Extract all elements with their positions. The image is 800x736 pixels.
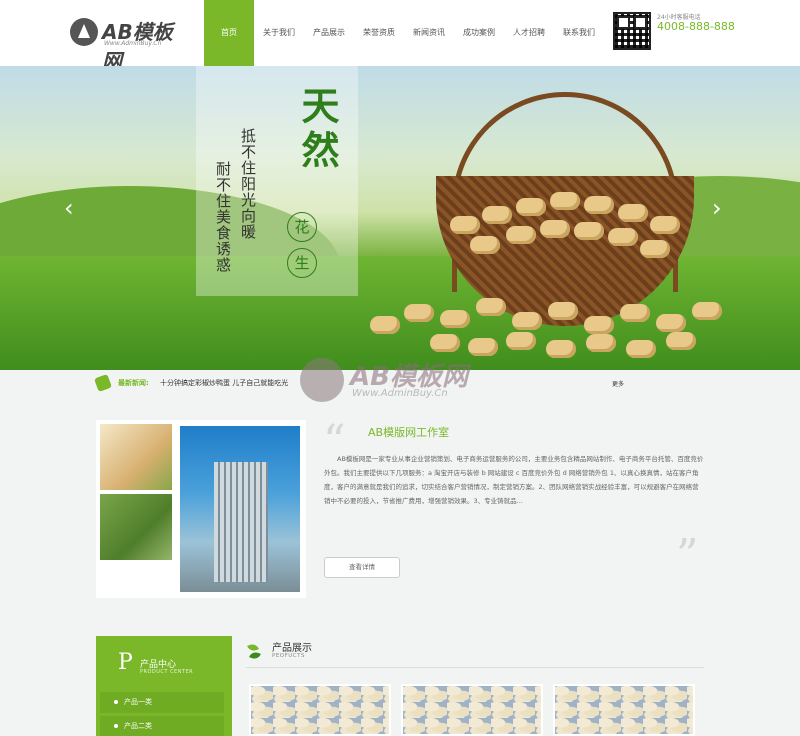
- peanut: [618, 204, 648, 222]
- news-more-link[interactable]: 更多: [612, 379, 624, 388]
- peanut: [482, 206, 512, 224]
- peanut: [450, 216, 480, 234]
- banner-prev-arrow-icon[interactable]: ‹: [64, 194, 74, 222]
- peanut: [640, 240, 670, 258]
- banner-line-1: 抵不住阳光向暖: [239, 128, 257, 240]
- peanut: [608, 228, 638, 246]
- view-details-button[interactable]: 查看详情: [324, 557, 400, 578]
- banner-next-arrow-icon[interactable]: ›: [712, 194, 722, 222]
- peanut: [476, 298, 506, 316]
- banner-headline: 天然: [295, 86, 340, 174]
- peanut: [470, 236, 500, 254]
- banner-line-2: 耐不住美食诱惑: [214, 161, 232, 273]
- watermark-logo-icon: [300, 358, 344, 402]
- product-image: [403, 686, 541, 734]
- peanut: [430, 334, 460, 352]
- peanut: [586, 334, 616, 352]
- hero-banner: 天然 花 生 抵不住阳光向暖 耐不住美食诱惑 ‹ ›: [0, 66, 800, 370]
- watermark-url: Www.AdminBuy.Cn: [352, 388, 448, 399]
- sidebar-letter: P: [118, 650, 133, 675]
- field-photo: [100, 494, 172, 560]
- nav-item-honors[interactable]: 荣誉资质: [354, 0, 404, 66]
- hotline-number: 4008-888-888: [657, 20, 735, 33]
- logo-mark-icon: [70, 18, 98, 46]
- nav-item-contact[interactable]: 联系我们: [554, 0, 604, 66]
- peanut: [584, 316, 614, 334]
- watermark: AB模板网 Www.AdminBuy.Cn: [300, 352, 530, 412]
- products-subtitle: PEOFUCTS: [272, 653, 306, 659]
- peanut: [626, 340, 656, 358]
- peanut: [656, 314, 686, 332]
- peanut: [692, 302, 722, 320]
- banner-seal-2: 生: [287, 248, 317, 278]
- about-gallery: [96, 420, 306, 598]
- nav-item-products[interactable]: 产品展示: [304, 0, 354, 66]
- peanut-photo: [100, 424, 172, 490]
- sidebar-subtitle: PRODUCT CENTER: [140, 669, 194, 675]
- nav-item-jobs[interactable]: 人才招聘: [504, 0, 554, 66]
- product-card[interactable]: [553, 684, 695, 736]
- peanut: [620, 304, 650, 322]
- leaf-icon: [248, 640, 262, 662]
- sidebar-item-category-1[interactable]: 产品一类: [100, 692, 224, 713]
- peanut: [666, 332, 696, 350]
- site-logo[interactable]: AB模板网 Www.AdminBuy.Cn: [70, 14, 190, 73]
- product-image: [555, 686, 693, 734]
- products-header: 产品展示 PEOFUCTS: [246, 636, 704, 668]
- nav-item-about[interactable]: 关于我们: [254, 0, 304, 66]
- sidebar-item-category-2[interactable]: 产品二类: [100, 716, 224, 736]
- peanut: [546, 340, 576, 358]
- logo-url: Www.AdminBuy.Cn: [104, 40, 162, 47]
- peanut: [584, 196, 614, 214]
- peanut: [512, 312, 542, 330]
- peanut: [516, 198, 546, 216]
- product-card[interactable]: [249, 684, 391, 736]
- products-title: 产品展示: [272, 643, 312, 654]
- peanut: [574, 222, 604, 240]
- peanut: [440, 310, 470, 328]
- building-tower: [214, 462, 268, 582]
- nav-item-cases[interactable]: 成功案例: [454, 0, 504, 66]
- news-headline-link[interactable]: 十分钟搞定彩椒炒鸭蛋 儿子自己就能吃光: [160, 378, 288, 388]
- product-card[interactable]: [401, 684, 543, 736]
- product-center-sidebar: P 产品中心 PRODUCT CENTER 产品一类 产品二类: [96, 636, 232, 736]
- peanut: [506, 332, 536, 350]
- main-nav: 首页 关于我们 产品展示 荣誉资质 新闻资讯 成功案例 人才招聘 联系我们: [204, 0, 604, 66]
- banner-seal-1: 花: [287, 212, 317, 242]
- about-body: AB模板网是一家专业从事企业营销策划、电子商务运营服务的公司，主要业务包含精品网…: [324, 455, 704, 505]
- tag-icon: [94, 374, 112, 392]
- about-title: AB模版网工作室: [368, 426, 450, 439]
- product-image: [251, 686, 389, 734]
- peanut: [548, 302, 578, 320]
- nav-item-news[interactable]: 新闻资讯: [404, 0, 454, 66]
- site-header: AB模板网 Www.AdminBuy.Cn 首页 关于我们 产品展示 荣誉资质 …: [0, 0, 800, 73]
- peanut: [650, 216, 680, 234]
- qr-code-icon: [613, 12, 651, 50]
- peanut: [506, 226, 536, 244]
- peanut: [540, 220, 570, 238]
- peanut: [370, 316, 400, 334]
- news-label: 最新新闻:: [118, 379, 149, 387]
- peanut: [550, 192, 580, 210]
- peanut: [404, 304, 434, 322]
- nav-item-home[interactable]: 首页: [204, 0, 254, 66]
- quote-close-icon: ”: [676, 530, 699, 581]
